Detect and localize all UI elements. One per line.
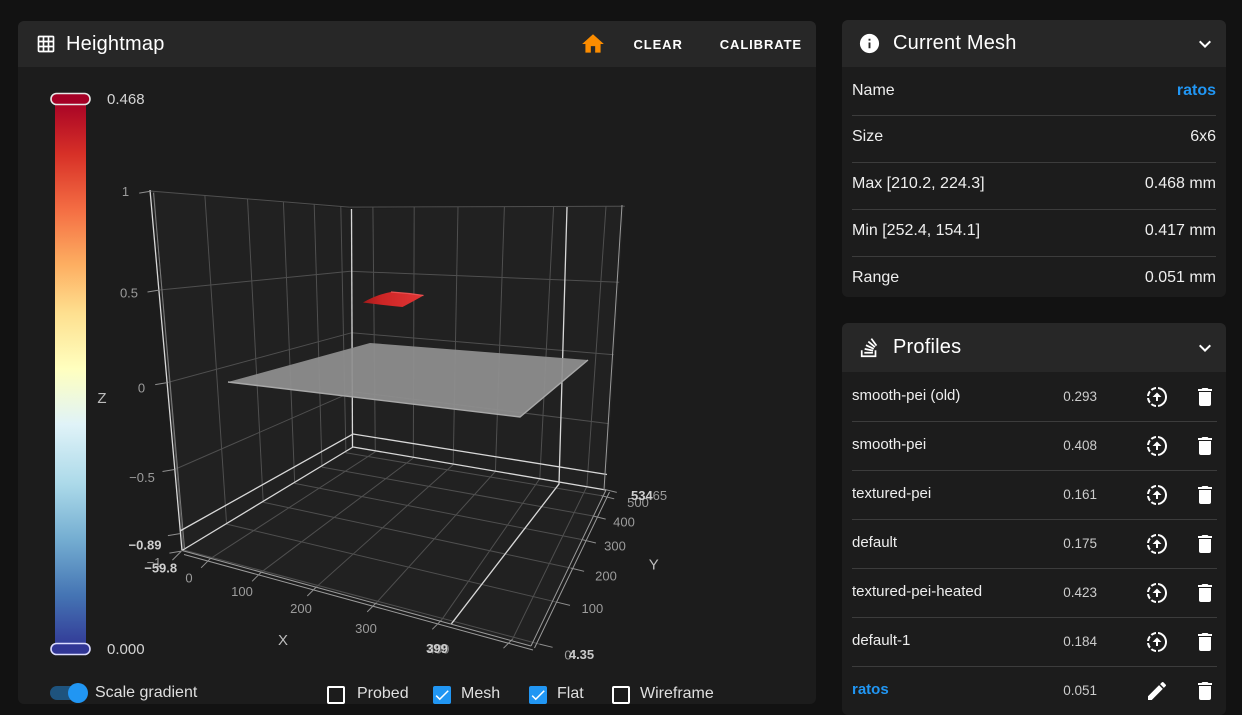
svg-text:−0.89: −0.89 (129, 538, 162, 553)
svg-text:0.468: 0.468 (107, 91, 145, 108)
svg-text:400: 400 (613, 515, 635, 530)
svg-text:0.000: 0.000 (107, 641, 145, 658)
svg-text:0.5: 0.5 (120, 286, 138, 301)
svg-text:X: X (278, 632, 288, 649)
svg-text:100: 100 (231, 584, 253, 599)
svg-text:0: 0 (138, 380, 145, 395)
svg-text:0: 0 (185, 571, 192, 586)
svg-text:200: 200 (595, 569, 617, 584)
svg-text:−0.5: −0.5 (129, 470, 155, 485)
svg-text:399: 399 (426, 641, 448, 656)
svg-text:300: 300 (604, 539, 626, 554)
svg-text:−59.8: −59.8 (144, 561, 177, 576)
svg-text:200: 200 (290, 601, 312, 616)
svg-text:.65: .65 (649, 488, 667, 503)
svg-text:Z: Z (97, 390, 106, 407)
svg-text:4.35: 4.35 (569, 647, 594, 662)
svg-text:Y: Y (649, 557, 659, 574)
svg-text:300: 300 (355, 621, 377, 636)
svg-text:1: 1 (122, 184, 129, 199)
svg-text:100: 100 (582, 601, 604, 616)
